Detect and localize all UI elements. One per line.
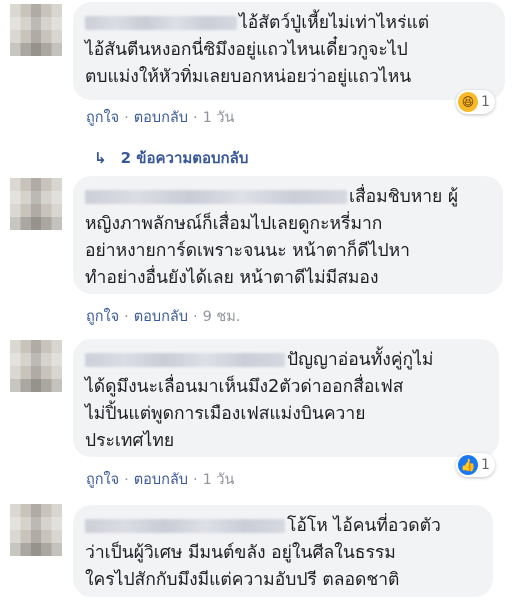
comment-actions: ถูกใจ · ตอบกลับ · 1 วัน — [86, 472, 235, 488]
reaction-badge[interactable]: 👍 1 — [456, 453, 495, 477]
haha-reaction-icon: 😆 — [458, 92, 478, 112]
like-reaction-icon: 👍 — [458, 455, 478, 475]
commenter-name-blurred[interactable] — [85, 353, 285, 367]
commenter-name-blurred[interactable] — [85, 16, 237, 30]
reaction-badge[interactable]: 😆 1 — [456, 90, 495, 114]
like-link[interactable]: ถูกใจ — [86, 110, 119, 126]
like-link[interactable]: ถูกใจ — [86, 309, 119, 325]
timestamp[interactable]: 1 วัน — [203, 110, 235, 126]
avatar[interactable] — [10, 504, 62, 556]
commenter-name-blurred[interactable] — [85, 190, 347, 204]
comment-text: เสื่อมชิบหาย ผู้ หญิงภาพลักษณ์ก็เสื่อมไป… — [85, 187, 459, 288]
timestamp[interactable]: 9 ชม. — [203, 309, 241, 325]
avatar[interactable] — [10, 4, 62, 56]
reply-link[interactable]: ตอบกลับ — [134, 309, 188, 325]
reply-link[interactable]: ตอบกลับ — [134, 472, 188, 488]
reply-arrow-icon: ↳ — [94, 149, 107, 167]
avatar[interactable] — [10, 340, 62, 392]
view-replies-link[interactable]: ↳ 2 ข้อความตอบกลับ — [94, 146, 248, 170]
comment-bubble: ไอ้สัตว์ปู่เหี้ยไม่เท่าไหร่แต่ ไอ้สันตีน… — [73, 2, 505, 100]
timestamp[interactable]: 1 วัน — [203, 472, 235, 488]
comment-text: ไอ้สัตว์ปู่เหี้ยไม่เท่าไหร่แต่ ไอ้สันตีน… — [85, 13, 430, 87]
commenter-name-blurred[interactable] — [85, 519, 285, 533]
avatar[interactable] — [10, 178, 62, 230]
like-link[interactable]: ถูกใจ — [86, 472, 119, 488]
comment-actions: ถูกใจ · ตอบกลับ · 9 ชม. — [86, 309, 241, 325]
comment-text: ปัญญาอ่อนทั้งคู่กูไม่ ได้ดูมึงนะเลื่อนมา… — [85, 350, 434, 451]
comment-text: โอ้โห ไอ้คนที่อวดตัว ว่าเป็นผู้วิเศษ มีม… — [85, 516, 441, 590]
comment-bubble: โอ้โห ไอ้คนที่อวดตัว ว่าเป็นผู้วิเศษ มีม… — [73, 505, 493, 597]
comment-actions: ถูกใจ · ตอบกลับ · 1 วัน — [86, 110, 235, 126]
comment-bubble: ปัญญาอ่อนทั้งคู่กูไม่ ได้ดูมึงนะเลื่อนมา… — [73, 339, 499, 457]
reply-link[interactable]: ตอบกลับ — [134, 110, 188, 126]
comment-bubble: เสื่อมชิบหาย ผู้ หญิงภาพลักษณ์ก็เสื่อมไป… — [73, 176, 503, 294]
